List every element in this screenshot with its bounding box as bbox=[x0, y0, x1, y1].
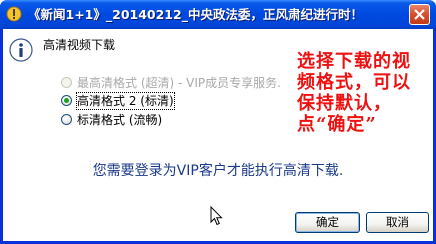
app-icon bbox=[6, 6, 22, 22]
window-title: 《新闻1+1》_20140212_中央政法委，正风肃纪进行时！ bbox=[28, 7, 363, 22]
dialog-heading: 高清视频下载 bbox=[43, 38, 116, 52]
login-message: 您需要登录为VIP客户才能执行高清下载. bbox=[92, 163, 344, 179]
close-icon bbox=[414, 9, 425, 20]
option-label[interactable]: 标清格式 (流畅) bbox=[77, 112, 162, 128]
mouse-cursor-icon bbox=[210, 205, 223, 226]
cancel-button[interactable]: 取消 bbox=[366, 212, 429, 233]
instruction-annotation: 选择下载的视频格式，可以保持默认，点“确定” bbox=[297, 51, 411, 135]
option-label[interactable]: 高清格式 2 (标清) bbox=[76, 92, 175, 110]
info-icon bbox=[9, 38, 33, 62]
title-bar[interactable]: 《新闻1+1》_20140212_中央政法委，正风肃纪进行时！ bbox=[0, 0, 436, 29]
option-label: 最高清格式 (超清) - VIP成员专享服务. bbox=[77, 76, 281, 90]
dialog-body: 高清视频下载 最高清格式 (超清) - VIP成员专享服务. 高清格式 2 (标… bbox=[3, 29, 433, 241]
ok-button[interactable]: 确定 bbox=[295, 212, 360, 233]
close-button[interactable] bbox=[409, 4, 430, 25]
radio-button[interactable] bbox=[61, 95, 72, 106]
radio-button bbox=[61, 77, 72, 88]
dialog-window: 《新闻1+1》_20140212_中央政法委，正风肃纪进行时！ 高清视频下载 最… bbox=[0, 0, 436, 244]
radio-selected-dot bbox=[64, 98, 69, 103]
radio-button[interactable] bbox=[61, 114, 72, 125]
